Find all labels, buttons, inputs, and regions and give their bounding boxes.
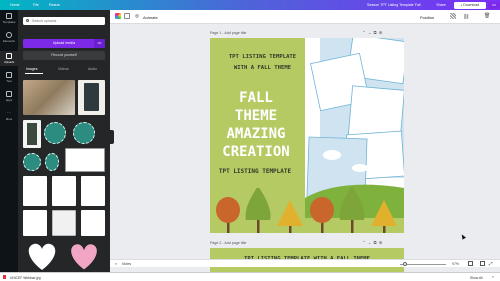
upload-thumbnail-photo[interactable] [23,80,75,115]
upload-thumbnail-badge-2[interactable] [73,122,95,144]
design-subtitle[interactable]: TPT LISTING TEMPLATE [210,168,300,175]
upload-thumbnail-doc-3[interactable] [81,176,105,206]
upload-media-button[interactable]: Upload media ••• [23,39,105,48]
upload-thumbnail-doc-1[interactable] [23,176,47,206]
rail-elements[interactable]: Elements [0,32,18,43]
style-icon[interactable] [124,13,130,19]
book-shape [27,123,37,145]
notes-icon: ≡ [115,261,118,266]
media-tabs: Images Videos Audio [23,67,105,74]
tab-images[interactable]: Images [26,67,37,71]
grid-view-icon[interactable] [480,261,485,266]
position-button[interactable]: Position [420,15,434,20]
editor-toolbar: ◎ Animate Position ⛓ 🗑 [110,10,500,24]
upload-thumbnail-blank-1[interactable] [23,210,47,236]
downloaded-file[interactable]: UNICEF Webinar.jpg [10,276,41,280]
design-title-2[interactable]: THEME [210,108,302,124]
templates-icon [6,13,12,19]
heart-icon [28,243,56,270]
search-icon [26,19,29,22]
page1-controls[interactable]: ⌃⌄⧉⊕ [362,30,385,36]
upload-thumbnail-heart-pink[interactable] [66,240,102,272]
search-input[interactable]: Search uploads [23,17,105,25]
tab-audio[interactable]: Audio [88,67,97,71]
design-line-2[interactable]: WITH A FALL THEME [210,65,315,71]
document-title[interactable]: Season TPT Listing Template Fall [367,3,421,7]
design-title-4[interactable]: CREATION [210,144,302,160]
page1-title[interactable]: Page 1 - Add page title [210,31,246,35]
upload-thumbnail-badge-3[interactable] [23,153,41,171]
rail-uploads[interactable]: Uploads [0,51,18,66]
upload-thumbnail-blank-2[interactable] [81,210,105,236]
animate-button[interactable]: Animate [143,15,158,20]
apps-icon [6,91,12,97]
browser-download-bar: UNICEF Webinar.jpg Show All × [0,272,500,281]
bottom-bar: ≡ Notes 97% ⤢ [110,259,500,267]
upload-thumbnail-book-dark[interactable] [23,120,41,148]
tab-videos[interactable]: Videos [58,67,69,71]
heart-icon [70,243,98,271]
design-title-1[interactable]: FALL [210,90,302,106]
text-icon [6,72,12,78]
elements-icon [6,32,12,38]
file-icon [3,275,6,279]
zoom-slider-thumb[interactable] [403,261,407,266]
rail-apps[interactable]: Apps [0,91,18,102]
file-menu[interactable]: File [33,3,39,7]
rail-more[interactable]: ··· More [0,110,18,121]
collapse-panel-handle[interactable] [110,130,114,144]
resize-menu[interactable]: Resize [49,3,60,7]
side-rail: Templates Elements Uploads Text Apps ···… [0,10,18,272]
close-icon[interactable]: × [492,275,494,279]
design-page-1[interactable]: TPT LISTING TEMPLATE WITH A FALL THEME F… [210,38,404,233]
page-view-icon[interactable] [468,261,473,266]
mouse-cursor-icon [460,233,466,240]
page2-title[interactable]: Page 2 - Add page title [210,241,246,245]
rail-templates[interactable]: Templates [0,13,18,24]
active-tab-underline [25,73,43,74]
upload-thumbnail-worksheet[interactable] [52,210,76,236]
show-all-button[interactable]: Show All [470,276,483,280]
download-button[interactable]: ⤓ Download [454,1,486,9]
upload-thumbnail-badge-4[interactable] [45,153,59,171]
animate-icon: ◎ [135,13,139,18]
top-bar: Home File Resize Season TPT Listing Temp… [0,0,500,10]
delete-icon[interactable]: 🗑 [484,13,490,19]
zoom-level[interactable]: 97% [452,262,459,266]
link-icon[interactable]: ⛓ [463,14,469,20]
home-link[interactable]: Home [10,3,20,7]
more-dots-icon: ··· [7,110,11,115]
upload-thumbnail-calendar[interactable] [65,148,105,172]
color-swatch-icon[interactable] [115,13,121,19]
upload-thumbnail-badge-1[interactable] [44,122,66,144]
uploads-panel: Search uploads Upload media ••• Record yo… [18,10,110,272]
upload-thumbnail-notebook[interactable] [78,80,105,115]
more-button[interactable]: ••• [488,1,500,9]
rail-text[interactable]: Text [0,72,18,83]
record-yourself-button[interactable]: Record yourself [23,51,105,60]
fullscreen-icon[interactable]: ⤢ [489,261,493,266]
transparency-icon[interactable] [450,13,456,19]
design-line-1[interactable]: TPT LISTING TEMPLATE [210,54,315,60]
share-button[interactable]: Share [430,2,452,9]
upload-thumbnail-doc-2[interactable] [52,176,76,206]
notes-button[interactable]: Notes [122,262,131,266]
notebook-shape [84,83,99,111]
design-title-3[interactable]: AMAZING [210,126,302,142]
upload-cloud-icon [6,53,12,59]
upload-more-button[interactable]: ••• [94,39,105,48]
upload-thumbnail-heart-white[interactable] [24,240,60,272]
page2-controls[interactable]: ⌃⌄⧉⊕ [362,240,385,246]
